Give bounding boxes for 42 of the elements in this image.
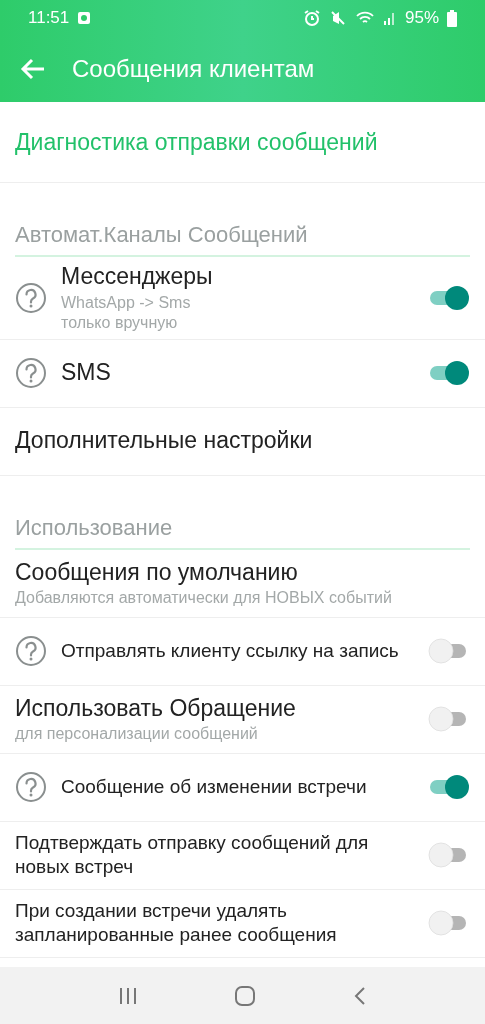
- settings-row[interactable]: При создании встречи удалять запланированные ранее сообщения: [0, 889, 485, 958]
- setting-description: для персонализации сообщений: [15, 724, 259, 745]
- mute-icon: [328, 9, 347, 27]
- toggle-switch[interactable]: [428, 774, 470, 801]
- setting-title: Отправлять клиенту ссылку на запись: [61, 639, 400, 664]
- setting-description: Добавляются автоматически для НОВЫХ событий: [15, 588, 393, 609]
- toggle-switch[interactable]: [428, 360, 470, 387]
- setting-title: При создании встречи удалять запланированные ранее сообщения: [15, 898, 338, 948]
- battery-icon: [447, 9, 457, 27]
- help-icon[interactable]: [15, 282, 47, 314]
- status-time: 11:51: [28, 8, 70, 28]
- settings-row[interactable]: Мессенджеры WhatsApp -> Sms только вручную: [0, 257, 485, 340]
- toggle-switch[interactable]: [428, 285, 470, 311]
- section-header: Автомат.Каналы Сообщений: [15, 223, 308, 248]
- help-icon[interactable]: [15, 771, 47, 804]
- alarm-icon: [302, 9, 321, 27]
- setting-title: Подтверждать отправку сообщений для новых встреч: [15, 830, 370, 880]
- section-header: Использование: [15, 515, 173, 540]
- setting-title: Использовать Обращение: [15, 694, 297, 723]
- settings-row[interactable]: Сообщения по умолчанию Добавляются автоматически для НОВЫХ событий: [0, 549, 485, 618]
- settings-row[interactable]: Использовать Обращение для персонализации сообщений: [0, 685, 485, 754]
- gallery-icon: [77, 11, 92, 25]
- back-arrow-icon[interactable]: [20, 57, 46, 81]
- settings-row[interactable]: Отправлять клиенту ссылку на запись: [0, 617, 485, 686]
- setting-title: Сообщение об изменении встречи: [61, 775, 368, 800]
- recent-apps-icon[interactable]: [118, 986, 139, 1005]
- settings-row[interactable]: Подтверждать отправку сообщений для новых встреч: [0, 821, 485, 890]
- setting-title: Дополнительные настройки: [15, 427, 314, 456]
- setting-title: SMS: [61, 359, 112, 388]
- back-icon[interactable]: [352, 984, 367, 1007]
- settings-row[interactable]: Дополнительные настройки: [0, 407, 485, 476]
- setting-title: Мессенджеры: [61, 263, 214, 291]
- setting-description: WhatsApp -> Sms только вручную: [61, 292, 192, 333]
- help-icon[interactable]: [15, 357, 47, 390]
- home-icon[interactable]: [234, 984, 257, 1007]
- setting-title: Сообщения по умолчанию: [15, 558, 299, 587]
- settings-row[interactable]: SMS: [0, 339, 485, 408]
- help-icon[interactable]: [15, 635, 47, 668]
- signal-icon: [382, 10, 397, 26]
- screen-title: Сообщения клиентам: [72, 55, 315, 83]
- settings-row[interactable]: Сообщение об изменении встречи: [0, 753, 485, 822]
- battery-percent: 95%: [404, 8, 439, 28]
